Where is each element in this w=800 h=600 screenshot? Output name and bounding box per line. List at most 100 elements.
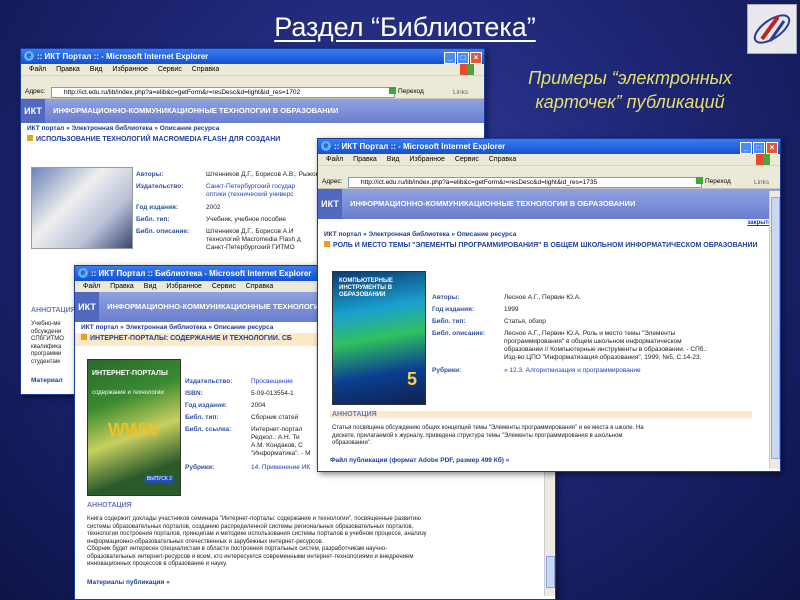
annotation-text: Книга содержит доклады участников семина… [87, 516, 527, 569]
menu-help[interactable]: Справка [489, 156, 516, 163]
value-bib-desc-2: программирования" в общем школьном инфор… [504, 338, 682, 345]
minimize-button[interactable]: _ [740, 142, 752, 154]
ie-icon: e [24, 51, 34, 61]
scrollbar-thumb[interactable] [546, 556, 555, 588]
address-label: Адрес: [322, 178, 343, 185]
label-publisher: Издательство: [136, 183, 184, 190]
value-bib-desc-3: образовании // Компьютерные инструменты … [504, 346, 708, 353]
address-input[interactable]: http://ict.edu.ru/lib/index.php?a=elib&c… [51, 87, 395, 98]
materials-link[interactable]: Материалы публикации » [87, 579, 170, 586]
go-button[interactable]: Переход [696, 177, 731, 186]
maximize-button[interactable]: □ [753, 142, 765, 154]
site-name: ИНФОРМАЦИОННО-КОММУНИКАЦИОННЫЕ ТЕХНОЛОГИ… [350, 199, 636, 208]
value-publisher[interactable]: Санкт-Петербургский государ [206, 183, 295, 191]
menu-view[interactable]: Вид [144, 283, 157, 290]
value-bib-ref-1: Интернет-портал [251, 426, 303, 433]
value-bib-desc-2: технологий Macromedia Flash д [206, 236, 301, 243]
cover-issue: ВЫПУСК 2 [144, 475, 174, 483]
menu-favorites[interactable]: Избранное [409, 156, 444, 163]
annotation-line: Книга содержит доклады участников семина… [87, 516, 421, 522]
address-input[interactable]: http://ict.edu.ru/lib/index.php?a=elib&c… [348, 177, 702, 188]
site-name: ИНФОРМАЦИОННО-КОММУНИКАЦИОННЫЕ ТЕХНОЛОГИ… [53, 106, 339, 115]
annotation-text: Учебно-ме обсуждени СПбГИТМО квалифика п… [31, 321, 64, 366]
value-bib-desc-1: Штенников Д.Г., Борисов А.И [206, 228, 294, 235]
window-title: :: ИКТ Портал :: Библиотека - Microsoft … [91, 269, 312, 278]
menu-edit[interactable]: Правка [110, 283, 134, 290]
window-titlebar[interactable]: e :: ИКТ Портал :: - Microsoft Internet … [318, 139, 780, 154]
annotation-line: Статья посвящена обсуждению общих концеп… [332, 425, 644, 431]
address-bar: Адрес: http://ict.edu.ru/lib/index.php?a… [318, 176, 780, 189]
value-bib-ref-2: Редкол.: А.Н. Ти [251, 434, 300, 441]
links-button[interactable]: Links [453, 87, 468, 99]
toolbar [318, 165, 780, 176]
value-rubric[interactable]: » 12.3. Алгоритмизация и программировани… [504, 367, 641, 375]
value-bib-type: Статья, обзор [504, 318, 546, 325]
annotation-line: образовании". [332, 440, 372, 446]
value-bib-ref-4: "Информатика". - М [251, 450, 311, 457]
label-bib-ref: Библ. ссылка: [185, 426, 232, 433]
menu-tools[interactable]: Сервис [455, 156, 479, 163]
logo-icon [747, 4, 797, 54]
menu-file[interactable]: Файл [326, 156, 343, 163]
value-year: 2002 [206, 204, 221, 211]
scrollbar-thumb[interactable] [771, 197, 780, 459]
materials-link[interactable]: Материал [31, 377, 63, 384]
close-button[interactable]: × [470, 52, 482, 64]
ie-icon: e [78, 268, 88, 278]
value-publisher-2[interactable]: оптики (технический универс [206, 191, 294, 199]
label-bib-type: Библ. тип: [185, 414, 219, 421]
label-isbn: ISBN: [185, 390, 203, 397]
scrollbar[interactable] [769, 191, 780, 469]
value-rubric[interactable]: 14. Применение ИК [251, 464, 310, 472]
menu-help[interactable]: Справка [246, 283, 273, 290]
cover-title: ИНТЕРНЕТ-ПОРТАЛЫ [92, 370, 168, 377]
file-publication-link[interactable]: Файл публикации (формат Adobe PDF, разме… [330, 457, 509, 464]
site-logo: ИКТ [318, 189, 342, 219]
menu-file[interactable]: Файл [29, 66, 46, 73]
value-publisher[interactable]: Просвещение [251, 378, 293, 386]
go-button[interactable]: Переход [389, 87, 424, 96]
slide-subtitle: Примеры “электронных карточек” публикаци… [510, 66, 750, 114]
label-year: Год издания: [432, 306, 475, 313]
maximize-button[interactable]: □ [457, 52, 469, 64]
menu-view[interactable]: Вид [387, 156, 400, 163]
window-title: :: ИКТ Портал :: - Microsoft Internet Ex… [334, 142, 506, 151]
annotation-heading: АННОТАЦИЯ [31, 307, 76, 314]
menu-favorites[interactable]: Избранное [166, 283, 201, 290]
annotation-line: системы образовательных порталов, создан… [87, 523, 414, 530]
value-bib-desc-3: Санкт-Петербургский ГИТМО [206, 244, 295, 251]
menu-file[interactable]: Файл [83, 283, 100, 290]
site-banner: ИКТ ИНФОРМАЦИОННО-КОММУНИКАЦИОННЫЕ ТЕХНО… [21, 99, 484, 123]
close-button[interactable]: × [766, 142, 778, 154]
breadcrumb[interactable]: ИКТ портал » Электронная библиотека » Оп… [21, 123, 484, 134]
label-authors: Авторы: [432, 294, 460, 301]
value-bib-ref-3: А.М. Кондаков, С [251, 442, 303, 449]
menu-edit[interactable]: Правка [56, 66, 80, 73]
menu-tools[interactable]: Сервис [158, 66, 182, 73]
annotation-heading: АННОТАЦИЯ [330, 411, 752, 418]
window-titlebar[interactable]: e :: ИКТ Портал :: - Microsoft Internet … [21, 49, 484, 64]
menu-help[interactable]: Справка [192, 66, 219, 73]
annotation-line: студентам [31, 358, 60, 365]
slide: { "slide": { "title": "Раздел “Библиотек… [0, 0, 800, 600]
annotation-heading: АННОТАЦИЯ [87, 502, 132, 509]
subtitle-line-1: Примеры “электронных [528, 68, 732, 88]
links-button[interactable]: Links [754, 177, 769, 189]
label-year: Год издания: [185, 402, 228, 409]
value-bib-desc-4: Изд-во ЦПО "Информатизация образования",… [504, 354, 702, 361]
breadcrumb[interactable]: ИКТ портал » Электронная библиотека » Оп… [318, 229, 780, 240]
subtitle-line-2: карточек” публикаций [535, 92, 725, 112]
minimize-button[interactable]: _ [444, 52, 456, 64]
menu-edit[interactable]: Правка [353, 156, 377, 163]
annotation-line: Сборник будет интересен специалистам в о… [87, 546, 388, 552]
menu-tools[interactable]: Сервис [212, 283, 236, 290]
menu-bar: Файл Правка Вид Избранное Сервис Справка [318, 154, 780, 165]
book-cover-image: ИНТЕРНЕТ-ПОРТАЛЫ содержание и технологии… [87, 359, 181, 496]
annotation-line: технологии построения порталов, принципа… [87, 531, 427, 537]
menu-view[interactable]: Вид [90, 66, 103, 73]
menu-favorites[interactable]: Избранное [112, 66, 147, 73]
resource-cover-image [31, 167, 133, 249]
ie-icon: e [321, 141, 331, 151]
value-year: 2004 [251, 402, 266, 409]
label-authors: Авторы: [136, 171, 164, 178]
